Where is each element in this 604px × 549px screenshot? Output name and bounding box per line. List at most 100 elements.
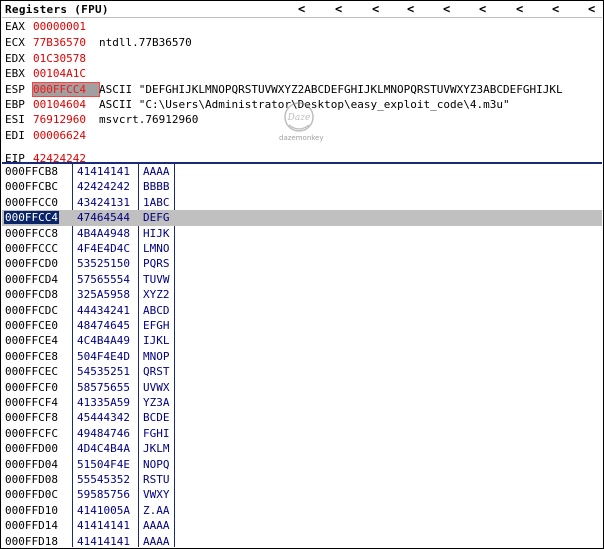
stack-value: 42424242 xyxy=(77,180,130,194)
register-row-eax[interactable]: EAX 00000001 xyxy=(5,20,99,34)
stack-row[interactable]: 000FFCD4 57565554 TUVW xyxy=(2,272,602,288)
register-row-ebp[interactable]: EBP 00104604 ASCII "C:\Users\Administrator… xyxy=(5,98,510,112)
register-name: ESI xyxy=(5,113,25,126)
stack-address: 000FFCE8 xyxy=(5,349,58,363)
stack-ascii: AAAA xyxy=(143,165,170,178)
stack-row[interactable]: 000FFD08 55545352 RSTU xyxy=(2,472,602,488)
stack-row[interactable]: 000FFD00 4D4C4B4A JKLM xyxy=(2,441,602,457)
stack-address: 000FFCB8 xyxy=(5,165,58,178)
register-row-ebx[interactable]: EBX 00104A1C xyxy=(5,67,99,81)
register-value[interactable]: 76912960 xyxy=(33,113,99,126)
stack-value: 4D4C4B4A xyxy=(77,442,130,456)
stack-value: 53525150 xyxy=(77,257,130,271)
nav-left-icon[interactable]: < xyxy=(298,2,305,16)
stack-value: 58575655 xyxy=(77,380,130,394)
stack-value: 4F4E4D4C xyxy=(77,242,130,255)
nav-left-icon[interactable]: < xyxy=(407,2,414,16)
stack-address: 000FFCF8 xyxy=(5,411,58,425)
stack-row[interactable]: 000FFCEC 54535251 QRST xyxy=(2,364,602,380)
panel-title: Registers (FPU) xyxy=(5,3,109,16)
stack-ascii: DEFG xyxy=(143,211,170,225)
stack-ascii: BBBB xyxy=(143,180,170,194)
stack-ascii: FGHI xyxy=(143,426,170,440)
stack-value: 504F4E4D xyxy=(77,349,130,363)
register-value[interactable]: 01C30578 xyxy=(33,52,99,65)
register-comment: msvcrt.76912960 xyxy=(99,113,199,126)
stack-row[interactable]: 000FFCE4 4C4B4A49 IJKL xyxy=(2,333,602,349)
register-value[interactable]: 000FFCC4 xyxy=(32,82,100,97)
stack-ascii: VWXY xyxy=(143,488,170,502)
nav-left-icon[interactable]: < xyxy=(335,2,342,16)
stack-row[interactable]: 000FFCB8 41414141 AAAA xyxy=(2,164,602,180)
nav-left-icon[interactable]: < xyxy=(479,2,486,16)
register-row-esp[interactable]: ESP 000FFCC4 ASCII "DEFGHIJKLMNOPQRSTUVWXY… xyxy=(5,82,563,97)
stack-value: 4141005A xyxy=(77,503,130,517)
stack-row[interactable]: 000FFCDC 44434241 ABCD xyxy=(2,303,602,319)
stack-ascii: TUVW xyxy=(143,272,170,286)
stack-row[interactable]: 000FFCD8 325A5958 XYZ2 xyxy=(2,287,602,303)
register-row-esi[interactable]: ESI 76912960 msvcrt.76912960 xyxy=(5,113,198,127)
stack-value: 325A5958 xyxy=(77,288,130,302)
stack-ascii: 1ABC xyxy=(143,195,170,209)
stack-row[interactable]: 000FFD10 4141005A Z.AA xyxy=(2,503,602,519)
register-value[interactable]: 00006624 xyxy=(33,129,99,142)
register-name: EDX xyxy=(5,52,25,65)
stack-value: 59585756 xyxy=(77,488,130,502)
stack-row[interactable]: 000FFCF8 45444342 BCDE xyxy=(2,410,602,426)
stack-row[interactable]: 000FFCC4 47464544 DEFG xyxy=(2,210,602,226)
stack-address: 000FFCF4 xyxy=(5,396,58,409)
stack-ascii: Z.AA xyxy=(143,503,170,517)
stack-row[interactable]: 000FFCC0 43424131 1ABC xyxy=(2,195,602,211)
stack-row[interactable]: 000FFCBC 42424242 BBBB xyxy=(2,179,602,195)
stack-ascii: RSTU xyxy=(143,473,170,486)
stack-ascii: IJKL xyxy=(143,334,170,348)
registers-fpu-window: Registers (FPU) < < < < < < < < < EAX 000… xyxy=(0,0,604,549)
stack-value: 45444342 xyxy=(77,411,130,425)
nav-left-icon[interactable]: < xyxy=(443,2,450,16)
stack-ascii: AAAA xyxy=(143,519,170,533)
stack-row[interactable]: 000FFCCC 4F4E4D4C LMNO xyxy=(2,241,602,257)
stack-row[interactable]: 000FFCFC 49484746 FGHI xyxy=(2,426,602,442)
register-value[interactable]: 00104604 xyxy=(33,98,99,111)
register-row-eip[interactable]: EIP 42424242 xyxy=(5,152,99,162)
register-row-ecx[interactable]: ECX 77B36570 ntdll.77B36570 xyxy=(5,36,192,50)
stack-value: 54535251 xyxy=(77,365,130,379)
nav-left-icon[interactable]: < xyxy=(516,2,523,16)
register-value[interactable]: 42424242 xyxy=(33,152,99,162)
register-name: ECX xyxy=(5,36,25,49)
stack-value: 41414141 xyxy=(77,519,130,533)
nav-left-icon[interactable]: < xyxy=(372,2,379,16)
stack-value: 49484746 xyxy=(77,426,130,440)
register-row-edx[interactable]: EDX 01C30578 xyxy=(5,52,99,66)
stack-row[interactable]: 000FFD18 41414141 AAAA xyxy=(2,534,602,547)
register-row-edi[interactable]: EDI 00006624 xyxy=(5,129,99,143)
stack-row[interactable]: 000FFCE8 504F4E4D MNOP xyxy=(2,349,602,365)
register-value[interactable]: 00000001 xyxy=(33,20,99,33)
stack-ascii: QRST xyxy=(143,365,170,379)
stack-address: 000FFCC4 xyxy=(4,211,59,225)
stack-row[interactable]: 000FFCF4 41335A59 YZ3A xyxy=(2,395,602,411)
stack-address: 000FFCC8 xyxy=(5,226,58,240)
watermark-mark: Daze xyxy=(287,113,311,123)
register-value[interactable]: 77B36570 xyxy=(33,36,99,49)
nav-left-icon[interactable]: < xyxy=(588,2,595,16)
stack-ascii: HIJK xyxy=(143,226,170,240)
register-value[interactable]: 00104A1C xyxy=(33,67,99,80)
stack-address: 000FFD10 xyxy=(5,503,58,517)
stack-address: 000FFCBC xyxy=(5,180,58,194)
stack-row[interactable]: 000FFCD0 53525150 PQRS xyxy=(2,256,602,272)
register-name: EAX xyxy=(5,20,25,33)
stack-row[interactable]: 000FFCC8 4B4A4948 HIJK xyxy=(2,226,602,242)
stack-value: 51504F4E xyxy=(77,457,130,471)
register-name: EIP xyxy=(5,152,25,162)
stack-row[interactable]: 000FFCF0 58575655 UVWX xyxy=(2,380,602,396)
watermark-text: dazemonkey xyxy=(279,134,324,142)
stack-pane[interactable]: 000FFCB8 41414141 AAAA 000FFCBC 42424242 BBBB… xyxy=(2,164,602,547)
stack-row[interactable]: 000FFD0C 59585756 VWXY xyxy=(2,487,602,503)
stack-value: 41335A59 xyxy=(77,396,130,409)
stack-value: 4C4B4A49 xyxy=(77,334,130,348)
stack-row[interactable]: 000FFCE0 48474645 EFGH xyxy=(2,318,602,334)
stack-row[interactable]: 000FFD14 41414141 AAAA xyxy=(2,518,602,534)
stack-row[interactable]: 000FFD04 51504F4E NOPQ xyxy=(2,457,602,473)
nav-left-icon[interactable]: < xyxy=(552,2,559,16)
